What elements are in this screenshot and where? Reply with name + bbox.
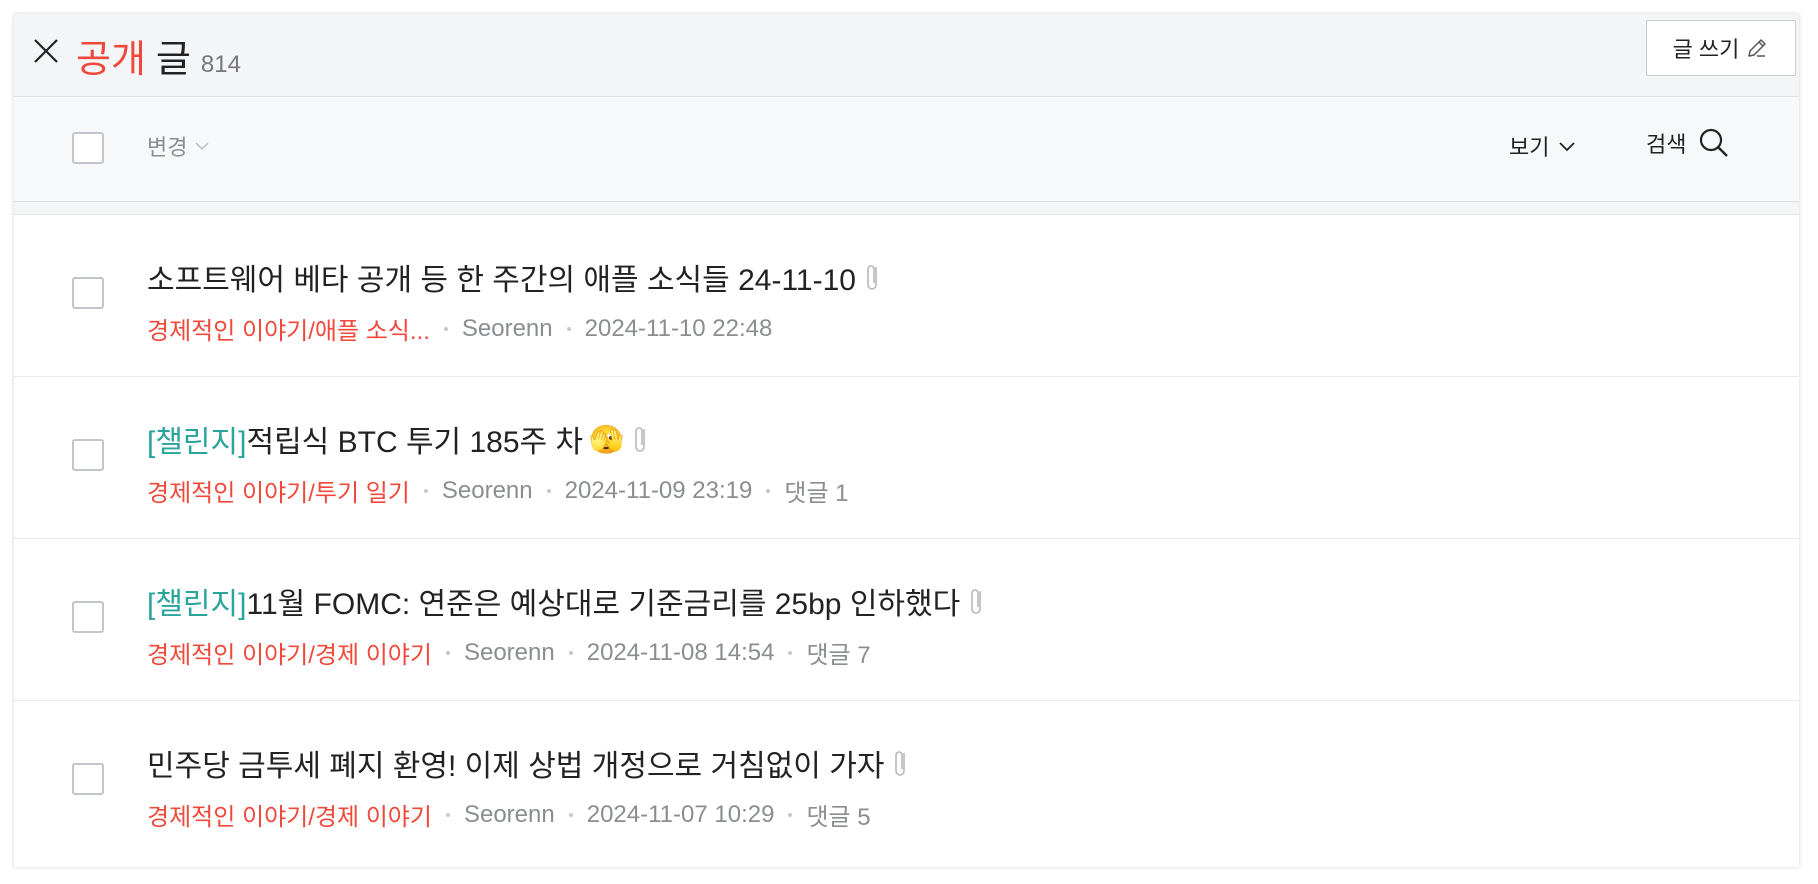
search-icon — [1700, 128, 1729, 157]
paperclip-icon — [864, 261, 882, 293]
view-label: 보기 — [1509, 135, 1550, 160]
post-category[interactable]: 경제적인 이야기/투기 일기 — [147, 473, 410, 508]
write-post-label: 글 쓰기 — [1672, 37, 1740, 62]
post-list: 소프트웨어 베타 공개 등 한 주간의 애플 소식들 24-11-10 경제적인… — [14, 215, 1799, 863]
separator-dot — [445, 812, 450, 817]
post-title: 소프트웨어 베타 공개 등 한 주간의 애플 소식들 24-11-10 — [147, 264, 856, 297]
post-comments[interactable]: 댓글 5 — [806, 797, 870, 832]
separator-dot — [568, 812, 573, 817]
post-category[interactable]: 경제적인 이야기/경제 이야기 — [147, 635, 432, 670]
separator-dot — [443, 326, 448, 331]
list-item: 소프트웨어 베타 공개 등 한 주간의 애플 소식들 24-11-10 경제적인… — [14, 215, 1799, 377]
post-checkbox[interactable] — [72, 439, 104, 471]
search-label: 검색 — [1646, 132, 1687, 157]
list-item: [챌린지] 적립식 BTC 투기 185주 차 🫣 경제적인 이야기/투기 일기… — [14, 377, 1799, 539]
post-author: Seorenn — [463, 638, 555, 666]
title-accent: 공개 — [76, 39, 146, 81]
separator-dot — [788, 812, 793, 817]
search-button[interactable]: 검색 — [1646, 125, 1732, 161]
post-manager-panel: 공개 글 814 글 쓰기 변경 보기 검색 소프트웨어 베타 공개 등 한 주… — [14, 14, 1799, 867]
separator-dot — [788, 650, 793, 655]
change-label: 변경 — [147, 135, 188, 160]
select-all-checkbox[interactable] — [72, 132, 104, 164]
section-divider — [14, 202, 1799, 215]
separator-dot — [766, 488, 771, 493]
post-checkbox[interactable] — [72, 277, 104, 309]
chevron-down-icon — [1559, 142, 1576, 152]
post-author: Seorenn — [461, 314, 553, 342]
list-item: 민주당 금투세 폐지 환영! 이제 상법 개정으로 거침없이 가자 경제적인 이… — [14, 701, 1799, 863]
separator-dot — [568, 650, 573, 655]
post-author: Seorenn — [463, 800, 555, 828]
close-button[interactable] — [30, 35, 62, 67]
post-comments[interactable]: 댓글 7 — [806, 635, 870, 670]
separator-dot — [445, 650, 450, 655]
post-title-link[interactable]: [챌린지] 11월 FOMC: 연준은 예상대로 기준금리를 25bp 인하했다 — [147, 579, 986, 623]
post-prefix: [챌린지] — [147, 588, 247, 621]
chevron-down-icon — [195, 142, 210, 151]
post-emoji: 🫣 — [589, 423, 624, 455]
separator-dot — [546, 488, 551, 493]
post-datetime: 2024-11-08 14:54 — [586, 638, 775, 666]
post-meta: 경제적인 이야기/경제 이야기 Seorenn 2024-11-08 14:54… — [147, 635, 871, 670]
post-category[interactable]: 경제적인 이야기/경제 이야기 — [147, 797, 432, 832]
post-datetime: 2024-11-07 10:29 — [586, 800, 775, 828]
post-meta: 경제적인 이야기/애플 소식... Seorenn 2024-11-10 22:… — [147, 311, 772, 346]
paperclip-icon — [632, 423, 650, 455]
separator-dot — [423, 488, 428, 493]
post-author: Seorenn — [441, 476, 533, 504]
post-category[interactable]: 경제적인 이야기/애플 소식... — [147, 311, 430, 346]
post-datetime: 2024-11-09 23:19 — [564, 476, 753, 504]
paperclip-icon — [968, 585, 986, 617]
post-title: 민주당 금투세 폐지 환영! 이제 상법 개정으로 거침없이 가자 — [147, 750, 885, 783]
post-datetime: 2024-11-10 22:48 — [584, 314, 773, 342]
view-dropdown[interactable]: 보기 — [1509, 130, 1577, 162]
post-checkbox[interactable] — [72, 763, 104, 795]
close-icon — [34, 39, 58, 63]
write-post-button[interactable]: 글 쓰기 — [1646, 20, 1796, 76]
list-item: [챌린지] 11월 FOMC: 연준은 예상대로 기준금리를 25bp 인하했다… — [14, 539, 1799, 701]
post-comments[interactable]: 댓글 1 — [784, 473, 848, 508]
page-title: 공개 글 814 — [76, 28, 241, 81]
list-toolbar: 변경 보기 검색 — [14, 97, 1799, 202]
post-title-link[interactable]: 민주당 금투세 폐지 환영! 이제 상법 개정으로 거침없이 가자 — [147, 741, 910, 785]
post-title: 11월 FOMC: 연준은 예상대로 기준금리를 25bp 인하했다 — [246, 588, 961, 621]
paperclip-icon — [892, 747, 910, 779]
post-title-link[interactable]: 소프트웨어 베타 공개 등 한 주간의 애플 소식들 24-11-10 — [147, 255, 882, 299]
header-bar: 공개 글 814 글 쓰기 — [14, 14, 1799, 97]
post-meta: 경제적인 이야기/투기 일기 Seorenn 2024-11-09 23:19 … — [147, 473, 849, 508]
separator-dot — [566, 326, 571, 331]
post-prefix: [챌린지] — [147, 426, 247, 459]
pencil-icon — [1748, 39, 1767, 57]
post-count: 814 — [200, 51, 241, 78]
change-dropdown[interactable]: 변경 — [147, 130, 211, 162]
post-title: 적립식 BTC 투기 185주 차 — [246, 426, 584, 459]
post-meta: 경제적인 이야기/경제 이야기 Seorenn 2024-11-07 10:29… — [147, 797, 871, 832]
title-main: 글 — [155, 39, 191, 81]
post-title-link[interactable]: [챌린지] 적립식 BTC 투기 185주 차 🫣 — [147, 417, 650, 461]
post-checkbox[interactable] — [72, 601, 104, 633]
